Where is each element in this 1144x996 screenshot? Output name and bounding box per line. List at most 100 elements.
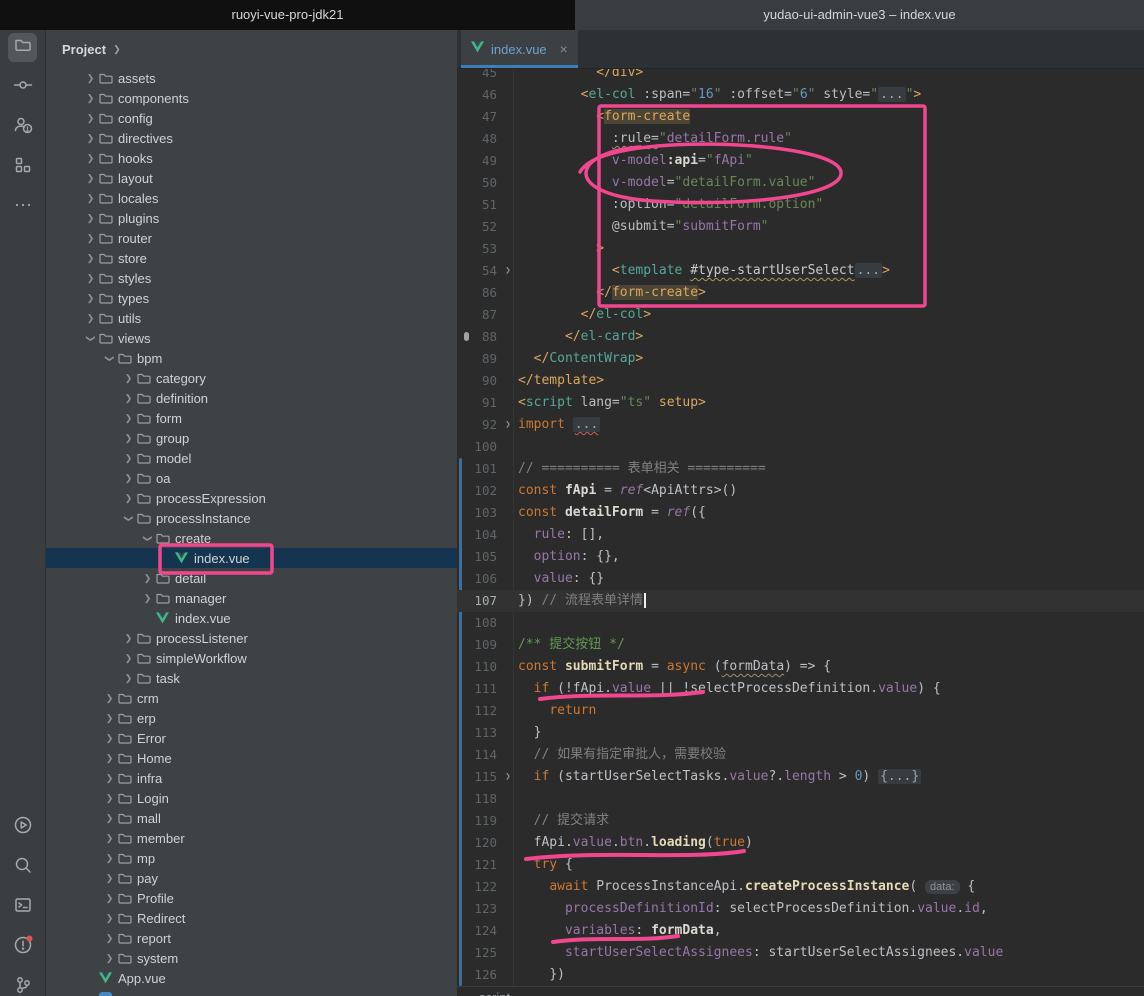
tree-item-App.vue[interactable]: App.vue — [46, 968, 457, 988]
tree-item-form[interactable]: ❯form — [46, 408, 457, 428]
tab-index-vue[interactable]: index.vue × — [461, 30, 578, 68]
chevron-collapsed-icon[interactable]: ❯ — [101, 813, 118, 824]
code-line-102[interactable]: 102const fApi = ref<ApiAttrs>() — [457, 480, 1144, 502]
tree-item-simpleWorkflow[interactable]: ❯simpleWorkflow — [46, 648, 457, 668]
close-icon[interactable]: × — [560, 41, 568, 57]
tree-item-utils[interactable]: ❯utils — [46, 308, 457, 328]
tree-item-member[interactable]: ❯member — [46, 828, 457, 848]
chevron-collapsed-icon[interactable]: ❯ — [101, 853, 118, 864]
chevron-collapsed-icon[interactable]: ❯ — [101, 753, 118, 764]
version-control-tool-button[interactable] — [8, 973, 37, 996]
chevron-collapsed-icon[interactable]: ❯ — [120, 653, 137, 664]
chevron-collapsed-icon[interactable]: ❯ — [120, 673, 137, 684]
tree-item-assets[interactable]: ❯assets — [46, 68, 457, 88]
tree-item-manager[interactable]: ❯manager — [46, 588, 457, 608]
code-line-47[interactable]: 47 <form-create — [457, 106, 1144, 128]
chevron-collapsed-icon[interactable]: ❯ — [82, 293, 99, 304]
project-panel-header[interactable]: Project ❯ — [46, 30, 457, 68]
code-line-122[interactable]: 122 await ProcessInstanceApi.createProce… — [457, 876, 1144, 898]
code-line-125[interactable]: 125 startUserSelectAssignees: startUserS… — [457, 942, 1144, 964]
chevron-collapsed-icon[interactable]: ❯ — [82, 93, 99, 104]
tree-item-report[interactable]: ❯report — [46, 928, 457, 948]
chevron-expanded-icon[interactable]: ❯ — [142, 530, 153, 547]
tree-item-oa[interactable]: ❯oa — [46, 468, 457, 488]
code-line-87[interactable]: 87 </el-col> — [457, 304, 1144, 326]
tree-item-index.vue[interactable]: index.vue — [46, 548, 457, 568]
code-line-91[interactable]: 91<script lang="ts" setup> — [457, 392, 1144, 414]
chevron-collapsed-icon[interactable]: ❯ — [101, 833, 118, 844]
chevron-collapsed-icon[interactable]: ❯ — [82, 133, 99, 144]
code-line-123[interactable]: 123 processDefinitionId: selectProcessDe… — [457, 898, 1144, 920]
tree-item-hooks[interactable]: ❯hooks — [46, 148, 457, 168]
fold-arrow-icon[interactable]: ❯ — [501, 766, 515, 788]
code-line-113[interactable]: 113 } — [457, 722, 1144, 744]
code-line-49[interactable]: 49 v-model:api="fApi" — [457, 150, 1144, 172]
code-line-108[interactable]: 108 — [457, 612, 1144, 634]
chevron-collapsed-icon[interactable]: ❯ — [120, 633, 137, 644]
tree-item-infra[interactable]: ❯infra — [46, 768, 457, 788]
code-line-101[interactable]: 101// ========== 表单相关 ========== — [457, 458, 1144, 480]
tree-item-group[interactable]: ❯group — [46, 428, 457, 448]
code-line-89[interactable]: 89 </ContentWrap> — [457, 348, 1144, 370]
tree-item-locales[interactable]: ❯locales — [46, 188, 457, 208]
tree-item-partial-file[interactable] — [46, 988, 457, 996]
tree-item-layout[interactable]: ❯layout — [46, 168, 457, 188]
code-line-111[interactable]: 111 if (!fApi.value || !selectProcessDef… — [457, 678, 1144, 700]
tree-item-config[interactable]: ❯config — [46, 108, 457, 128]
code-line-112[interactable]: 112 return — [457, 700, 1144, 722]
chevron-collapsed-icon[interactable]: ❯ — [120, 433, 137, 444]
code-line-118[interactable]: 118 — [457, 788, 1144, 810]
tree-item-index.vue[interactable]: index.vue — [46, 608, 457, 628]
code-line-109[interactable]: 109/** 提交按钮 */ — [457, 634, 1144, 656]
chevron-collapsed-icon[interactable]: ❯ — [101, 873, 118, 884]
code-line-124[interactable]: 124 variables: formData, — [457, 920, 1144, 942]
tree-item-directives[interactable]: ❯directives — [46, 128, 457, 148]
tree-item-mall[interactable]: ❯mall — [46, 808, 457, 828]
chevron-collapsed-icon[interactable]: ❯ — [82, 113, 99, 124]
tree-item-Redirect[interactable]: ❯Redirect — [46, 908, 457, 928]
tree-item-task[interactable]: ❯task — [46, 668, 457, 688]
code-line-48[interactable]: 48 :rule="detailForm.rule" — [457, 128, 1144, 150]
chevron-collapsed-icon[interactable]: ❯ — [120, 413, 137, 424]
chevron-collapsed-icon[interactable]: ❯ — [139, 593, 156, 604]
tree-item-store[interactable]: ❯store — [46, 248, 457, 268]
code-line-126[interactable]: 126 }) — [457, 964, 1144, 986]
fold-arrow-icon[interactable]: ❯ — [501, 414, 515, 436]
tree-item-processListener[interactable]: ❯processListener — [46, 628, 457, 648]
tree-item-Login[interactable]: ❯Login — [46, 788, 457, 808]
terminal-tool-button[interactable] — [8, 893, 37, 922]
tree-item-processExpression[interactable]: ❯processExpression — [46, 488, 457, 508]
chevron-collapsed-icon[interactable]: ❯ — [82, 193, 99, 204]
chevron-collapsed-icon[interactable]: ❯ — [139, 573, 156, 584]
code-line-104[interactable]: 104 rule: [], — [457, 524, 1144, 546]
code-line-120[interactable]: 120 fApi.value.btn.loading(true) — [457, 832, 1144, 854]
chevron-collapsed-icon[interactable]: ❯ — [101, 713, 118, 724]
chevron-collapsed-icon[interactable]: ❯ — [101, 733, 118, 744]
tree-item-types[interactable]: ❯types — [46, 288, 457, 308]
chevron-collapsed-icon[interactable]: ❯ — [82, 153, 99, 164]
chevron-expanded-icon[interactable]: ❯ — [123, 510, 134, 527]
code-line-46[interactable]: 46 <el-col :span="16" :offset="6" style=… — [457, 84, 1144, 106]
project-tool-button[interactable] — [8, 33, 37, 62]
tree-item-processInstance[interactable]: ❯processInstance — [46, 508, 457, 528]
services-tool-button[interactable] — [8, 813, 37, 842]
code-line-54[interactable]: 54❯ <template #type-startUserSelect...> — [457, 260, 1144, 282]
structure-tool-button[interactable] — [8, 153, 37, 182]
chevron-collapsed-icon[interactable]: ❯ — [101, 953, 118, 964]
tree-item-definition[interactable]: ❯definition — [46, 388, 457, 408]
code-line-50[interactable]: 50 v-model="detailForm.value" — [457, 172, 1144, 194]
chevron-collapsed-icon[interactable]: ❯ — [101, 773, 118, 784]
tree-item-router[interactable]: ❯router — [46, 228, 457, 248]
tree-item-bpm[interactable]: ❯bpm — [46, 348, 457, 368]
tree-item-views[interactable]: ❯views — [46, 328, 457, 348]
background-window-titlebar[interactable]: ruoyi-vue-pro-jdk21 — [0, 0, 575, 30]
tree-item-create[interactable]: ❯create — [46, 528, 457, 548]
tree-item-erp[interactable]: ❯erp — [46, 708, 457, 728]
more-tool-windows-button[interactable] — [8, 193, 37, 222]
chevron-collapsed-icon[interactable]: ❯ — [101, 693, 118, 704]
code-line-107[interactable]: 107}) // 流程表单详情 — [457, 590, 1144, 612]
code-line-52[interactable]: 52 @submit="submitForm" — [457, 216, 1144, 238]
code-line-86[interactable]: 86 </form-create> — [457, 282, 1144, 304]
problems-tool-button[interactable] — [8, 933, 37, 962]
code-line-115[interactable]: 115❯ if (startUserSelectTasks.value?.len… — [457, 766, 1144, 788]
